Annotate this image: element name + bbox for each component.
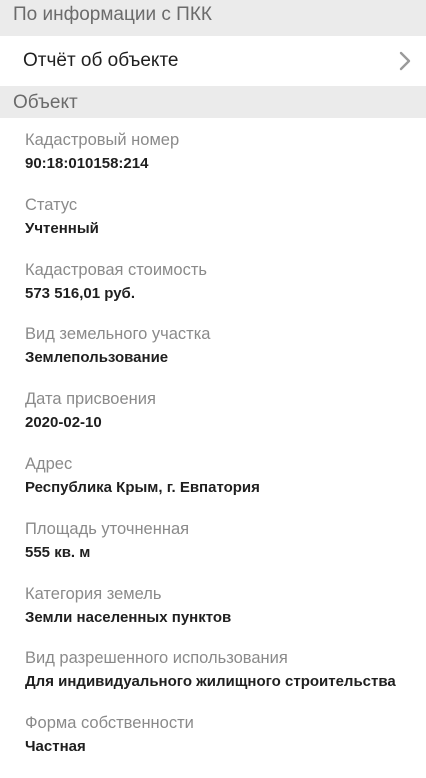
field-value: Частная bbox=[25, 738, 86, 756]
field-value: 90:18:010158:214 bbox=[25, 155, 149, 172]
field-value: Землепользование bbox=[25, 349, 169, 367]
field-label: Адрес bbox=[25, 454, 73, 473]
object-report-row[interactable]: Отчёт об объекте bbox=[0, 36, 426, 86]
field-ownership-form: Форма собственности Частная bbox=[25, 713, 426, 778]
section-header-pkk-label: По информации с ПКК bbox=[13, 4, 212, 25]
field-label: Кадастровая стоимость bbox=[25, 260, 207, 279]
section-header-object-label: Объект bbox=[13, 92, 78, 113]
field-value: 2020-02-10 bbox=[25, 414, 102, 432]
field-value: Для индивидуального жилищного строительс… bbox=[25, 673, 396, 691]
chevron-right-icon bbox=[396, 50, 414, 72]
field-label: Вид разрешенного использования bbox=[25, 649, 288, 668]
field-land-plot-type: Вид земельного участка Землепользование bbox=[25, 324, 426, 389]
field-cadastral-value: Кадастровая стоимость 573 516,01 руб. bbox=[25, 260, 426, 325]
field-permitted-use: Вид разрешенного использования Для индив… bbox=[25, 648, 426, 713]
field-land-category: Категория земель Земли населенных пункто… bbox=[25, 584, 426, 649]
section-header-pkk: По информации с ПКК bbox=[0, 0, 426, 36]
field-label: Форма собственности bbox=[25, 714, 194, 733]
field-value: 555 кв. м bbox=[25, 543, 91, 561]
field-label: Вид земельного участка bbox=[25, 325, 211, 344]
object-report-label: Отчёт об объекте bbox=[23, 50, 179, 71]
field-value: 573 516,01 руб. bbox=[25, 284, 135, 302]
field-label: Площадь уточненная bbox=[25, 519, 190, 538]
field-value: Земли населенных пунктов bbox=[25, 608, 232, 626]
field-value: Учтенный bbox=[25, 219, 99, 237]
field-value: Республика Крым, г. Евпатория bbox=[25, 478, 260, 496]
field-address: Адрес Республика Крым, г. Евпатория bbox=[25, 454, 426, 519]
field-assignment-date: Дата присвоения 2020-02-10 bbox=[25, 389, 426, 454]
field-area: Площадь уточненная 555 кв. м bbox=[25, 519, 426, 584]
section-header-object: Объект bbox=[0, 86, 426, 118]
object-fields-list: Кадастровый номер 90:18:010158:214 Стату… bbox=[0, 118, 426, 778]
field-label: Кадастровый номер bbox=[25, 131, 180, 149]
field-cadastral-number: Кадастровый номер 90:18:010158:214 bbox=[25, 130, 426, 195]
field-label: Дата присвоения bbox=[25, 390, 156, 409]
field-label: Категория земель bbox=[25, 584, 162, 603]
field-label: Статус bbox=[25, 195, 78, 214]
field-status: Статус Учтенный bbox=[25, 195, 426, 260]
